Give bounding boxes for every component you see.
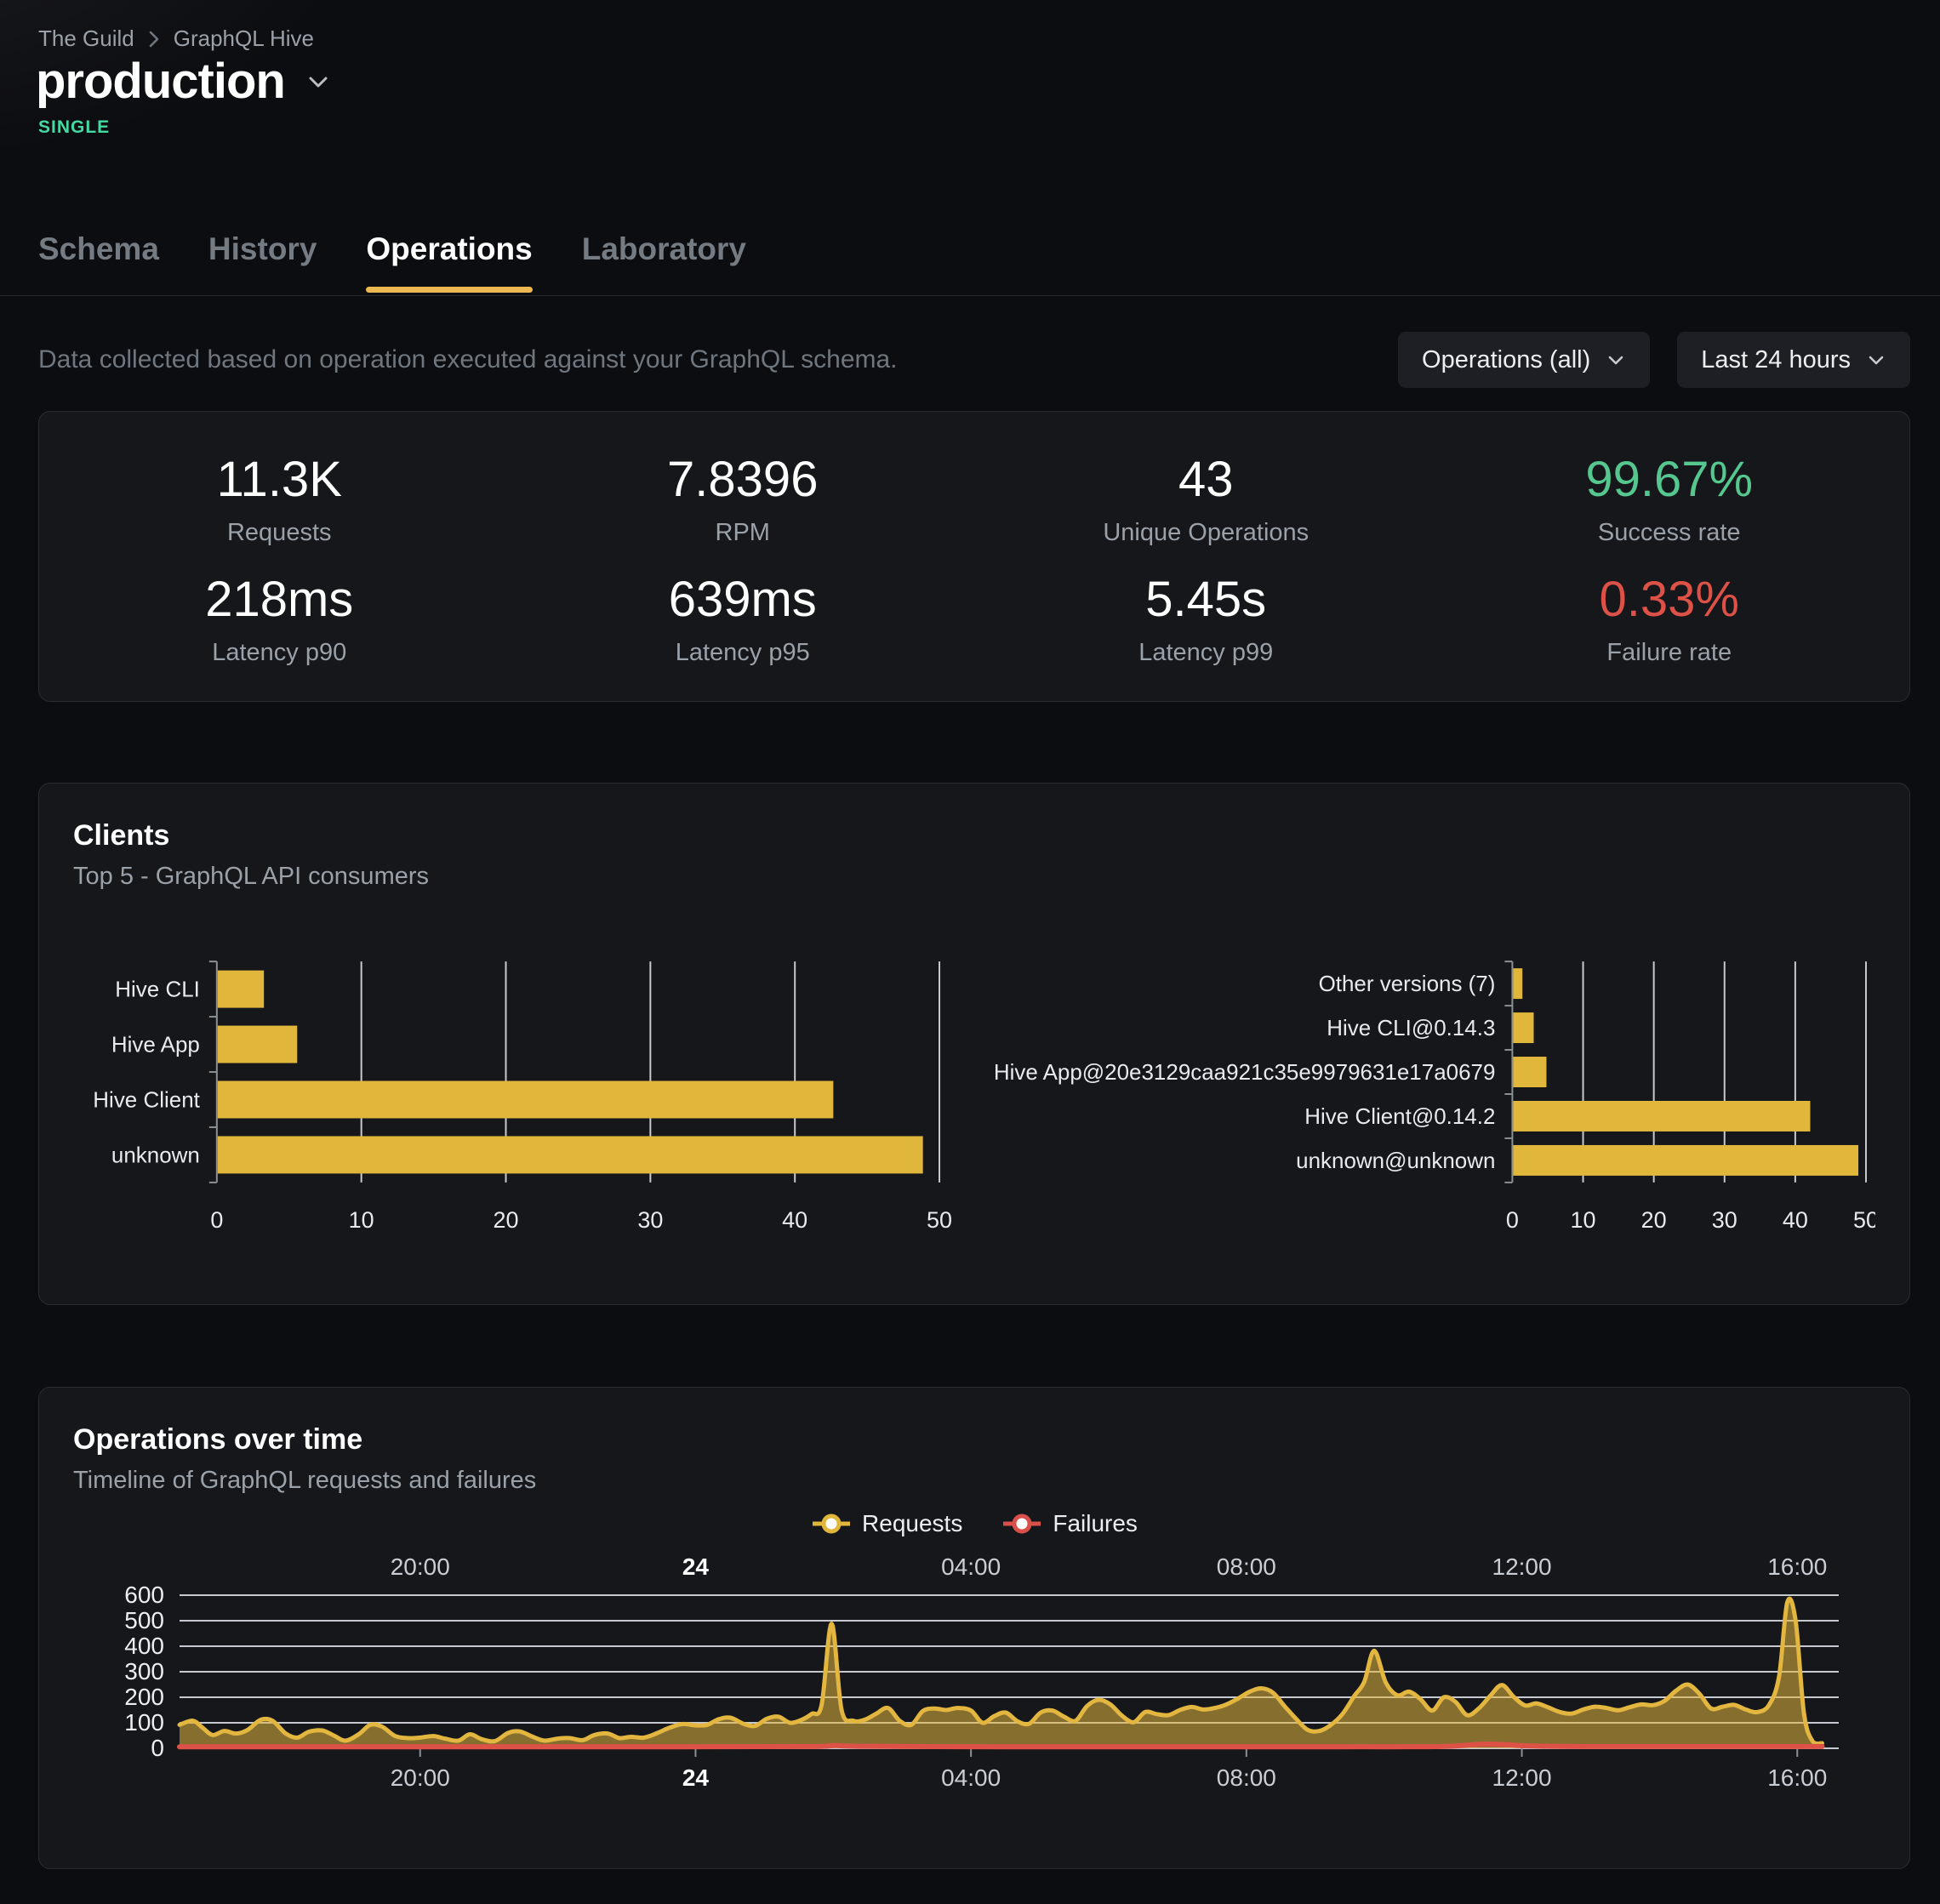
operations-timeline-chart: 0100200300400500600 20:00 20:00 24 24 04:00 04… bbox=[73, 1546, 1877, 1818]
legend-item-failures[interactable]: Failures bbox=[1001, 1510, 1138, 1537]
chevron-down-icon bbox=[1606, 350, 1626, 370]
stat-success-rate: 99.67% Success rate bbox=[1438, 451, 1902, 547]
svg-text:16:00: 16:00 bbox=[1767, 1553, 1827, 1580]
svg-text:unknown@unknown: unknown@unknown bbox=[1296, 1148, 1495, 1173]
filter-row: Data collected based on operation execut… bbox=[38, 330, 1910, 390]
svg-text:0: 0 bbox=[210, 1207, 223, 1233]
svg-text:Hive App: Hive App bbox=[111, 1032, 200, 1057]
client-versions-bar-chart: Other versions (7) Hive CLI@0.14.3 Hive Ap… bbox=[974, 932, 1875, 1255]
svg-text:100: 100 bbox=[124, 1709, 164, 1736]
svg-text:10: 10 bbox=[1571, 1207, 1596, 1233]
stat-latency-p95: 639ms Latency p95 bbox=[511, 571, 975, 667]
period-filter-value: Last 24 hours bbox=[1701, 346, 1851, 374]
stat-failure-rate: 0.33% Failure rate bbox=[1438, 571, 1902, 667]
svg-text:Hive Client: Hive Client bbox=[93, 1086, 200, 1112]
svg-text:50: 50 bbox=[1853, 1207, 1875, 1233]
operations-filter-value: Operations (all) bbox=[1422, 346, 1590, 374]
svg-text:16:00: 16:00 bbox=[1767, 1764, 1827, 1791]
clients-bar-chart: Hive CLI Hive App Hive Client unknown 0 10 20 3… bbox=[73, 932, 974, 1255]
svg-text:200: 200 bbox=[124, 1684, 164, 1710]
svg-text:Hive Client@0.14.2: Hive Client@0.14.2 bbox=[1304, 1103, 1495, 1129]
chevron-down-icon bbox=[304, 67, 333, 96]
stats-card: 11.3K Requests 7.8396 RPM 43 Unique Oper… bbox=[38, 411, 1910, 702]
svg-text:24: 24 bbox=[682, 1764, 710, 1791]
svg-text:500: 500 bbox=[124, 1607, 164, 1633]
timeline-card-title: Operations over time bbox=[73, 1423, 1875, 1457]
breadcrumb-project-link[interactable]: GraphQL Hive bbox=[174, 26, 314, 52]
svg-text:Hive CLI: Hive CLI bbox=[115, 977, 200, 1002]
stat-unique-operations: 43 Unique Operations bbox=[974, 451, 1438, 547]
svg-text:12:00: 12:00 bbox=[1492, 1764, 1552, 1791]
failures-series-icon bbox=[1001, 1512, 1042, 1536]
stat-latency-p90: 218ms Latency p90 bbox=[48, 571, 511, 667]
svg-text:Other versions (7): Other versions (7) bbox=[1319, 971, 1496, 996]
svg-text:Hive CLI@0.14.3: Hive CLI@0.14.3 bbox=[1327, 1015, 1495, 1040]
svg-text:08:00: 08:00 bbox=[1217, 1764, 1276, 1791]
stats-grid: 11.3K Requests 7.8396 RPM 43 Unique Oper… bbox=[39, 412, 1909, 706]
operations-over-time-card: Operations over time Timeline of GraphQL… bbox=[38, 1387, 1910, 1869]
svg-text:20: 20 bbox=[494, 1207, 519, 1233]
legend-item-requests[interactable]: Requests bbox=[811, 1510, 962, 1537]
svg-text:04:00: 04:00 bbox=[941, 1553, 1001, 1580]
tab-bar: Schema History Operations Laboratory bbox=[0, 202, 1940, 296]
svg-text:30: 30 bbox=[1712, 1207, 1737, 1233]
breadcrumb-org-link[interactable]: The Guild bbox=[38, 26, 134, 52]
svg-text:10: 10 bbox=[349, 1207, 374, 1233]
tab-history[interactable]: History bbox=[208, 202, 317, 296]
operations-filter-dropdown[interactable]: Operations (all) bbox=[1398, 332, 1650, 388]
svg-text:04:00: 04:00 bbox=[941, 1764, 1001, 1791]
clients-card-title: Clients bbox=[73, 819, 1875, 852]
collection-info-text: Data collected based on operation execut… bbox=[38, 345, 898, 374]
operations-dashboard: The Guild GraphQL Hive production SINGLE… bbox=[0, 0, 1940, 1904]
svg-text:20:00: 20:00 bbox=[391, 1764, 450, 1791]
tab-laboratory[interactable]: Laboratory bbox=[582, 202, 746, 296]
period-filter-dropdown[interactable]: Last 24 hours bbox=[1677, 332, 1910, 388]
svg-text:24: 24 bbox=[682, 1553, 710, 1580]
clients-card-subtitle: Top 5 - GraphQL API consumers bbox=[73, 863, 1875, 891]
chevron-down-icon bbox=[1866, 350, 1886, 370]
clients-card: Clients Top 5 - GraphQL API consumers Hi… bbox=[38, 783, 1910, 1305]
target-mode-badge: SINGLE bbox=[38, 117, 110, 138]
svg-text:20:00: 20:00 bbox=[391, 1553, 450, 1580]
svg-text:40: 40 bbox=[1783, 1207, 1808, 1233]
stat-rpm: 7.8396 RPM bbox=[511, 451, 975, 547]
svg-text:0: 0 bbox=[151, 1735, 164, 1761]
svg-text:unknown: unknown bbox=[111, 1142, 200, 1167]
svg-text:20: 20 bbox=[1641, 1207, 1667, 1233]
svg-text:50: 50 bbox=[927, 1207, 952, 1233]
svg-text:300: 300 bbox=[124, 1658, 164, 1685]
svg-text:0: 0 bbox=[1506, 1207, 1519, 1233]
target-selector[interactable]: production bbox=[36, 53, 333, 110]
svg-text:40: 40 bbox=[782, 1207, 807, 1233]
stat-requests: 11.3K Requests bbox=[48, 451, 511, 547]
requests-series-icon bbox=[811, 1512, 852, 1536]
stat-latency-p99: 5.45s Latency p99 bbox=[974, 571, 1438, 667]
svg-text:12:00: 12:00 bbox=[1492, 1553, 1552, 1580]
timeline-legend: Requests Failures bbox=[73, 1510, 1875, 1537]
breadcrumb: The Guild GraphQL Hive bbox=[38, 26, 314, 52]
page-title: production bbox=[36, 53, 285, 110]
tab-operations[interactable]: Operations bbox=[366, 202, 532, 296]
svg-text:400: 400 bbox=[124, 1633, 164, 1659]
svg-text:30: 30 bbox=[637, 1207, 663, 1233]
svg-text:Hive App@20e3129caa921c35e9979: Hive App@20e3129caa921c35e9979631e17a067… bbox=[994, 1059, 1496, 1085]
timeline-card-subtitle: Timeline of GraphQL requests and failure… bbox=[73, 1467, 1875, 1495]
svg-text:600: 600 bbox=[124, 1582, 164, 1608]
tab-schema[interactable]: Schema bbox=[38, 202, 159, 296]
chevron-right-icon bbox=[146, 28, 162, 50]
svg-text:08:00: 08:00 bbox=[1217, 1553, 1276, 1580]
